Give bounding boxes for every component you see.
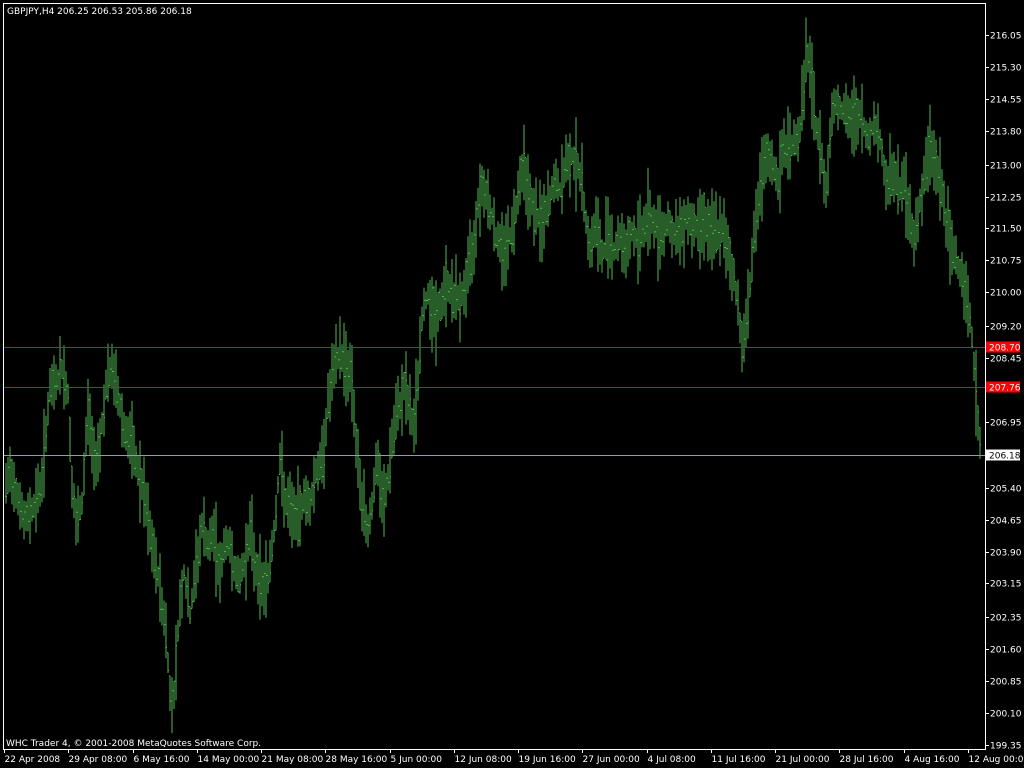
price-chart[interactable]: 216.05 215.30 214.55 213.80 213.00 212.25 211.… — [0, 0, 1024, 768]
price-tick-label: 213.80 — [990, 128, 1022, 138]
price-tick-label: 200.10 — [990, 710, 1022, 720]
time-tick-label: 19 Jun 16:00 — [519, 755, 576, 765]
chart-header: GBPJPY,H4 206.25 206.53 205.86 206.18 — [7, 7, 192, 17]
time-tick-label: 5 Jun 00:00 — [391, 755, 443, 765]
price-tick-label: 203.90 — [990, 549, 1022, 559]
time-tick-label: 28 Jul 16:00 — [840, 755, 894, 765]
price-tick-label: 201.60 — [990, 646, 1022, 656]
time-tick-label: 28 May 16:00 — [326, 755, 388, 765]
time-tick-label: 11 Jul 16:00 — [712, 755, 766, 765]
price-tick-label: 212.25 — [990, 194, 1022, 204]
price-tick-label: 204.65 — [990, 517, 1022, 527]
price-tick-label: 213.00 — [990, 162, 1022, 172]
price-tick-label: 209.20 — [990, 323, 1022, 333]
time-tick-label: 14 May 00:00 — [198, 755, 260, 765]
chart-background — [0, 0, 1024, 768]
price-tick-label: 208.45 — [990, 355, 1022, 365]
price-tick-label: 216.05 — [990, 32, 1022, 42]
price-tick-label: 206.95 — [990, 419, 1022, 429]
time-tick-label: 21 Jul 00:00 — [776, 755, 830, 765]
level-price-label: 207.76 — [989, 384, 1021, 394]
price-tick-label: 210.00 — [990, 289, 1022, 299]
price-tick-label: 200.85 — [990, 678, 1022, 688]
time-tick-label: 22 Apr 2008 — [5, 755, 61, 765]
time-tick-label: 12 Aug 00:00 — [969, 755, 1024, 765]
price-tick-label: 214.55 — [990, 96, 1022, 106]
time-tick-label: 12 Jun 08:00 — [455, 755, 512, 765]
time-tick-label: 29 Apr 08:00 — [69, 755, 128, 765]
time-tick-label: 4 Aug 16:00 — [905, 755, 960, 765]
price-tick-label: 202.35 — [990, 614, 1022, 624]
time-tick-label: 4 Jul 08:00 — [648, 755, 697, 765]
price-tick-label: 199.35 — [990, 742, 1022, 752]
level-price-label: 208.70 — [989, 344, 1021, 354]
time-tick-label: 21 May 08:00 — [262, 755, 324, 765]
price-tick-label: 211.50 — [990, 225, 1022, 235]
time-tick-label: 27 Jun 00:00 — [583, 755, 640, 765]
price-tick-label: 210.75 — [990, 257, 1022, 267]
time-tick-label: 6 May 16:00 — [134, 755, 190, 765]
copyright-text: WHC Trader 4, © 2001-2008 MetaQuotes Sof… — [6, 739, 261, 749]
bid-price-label: 206.18 — [989, 452, 1021, 462]
price-tick-label: 203.15 — [990, 580, 1022, 590]
price-tick-label: 205.40 — [990, 485, 1022, 495]
price-tick-label: 215.30 — [990, 64, 1022, 74]
